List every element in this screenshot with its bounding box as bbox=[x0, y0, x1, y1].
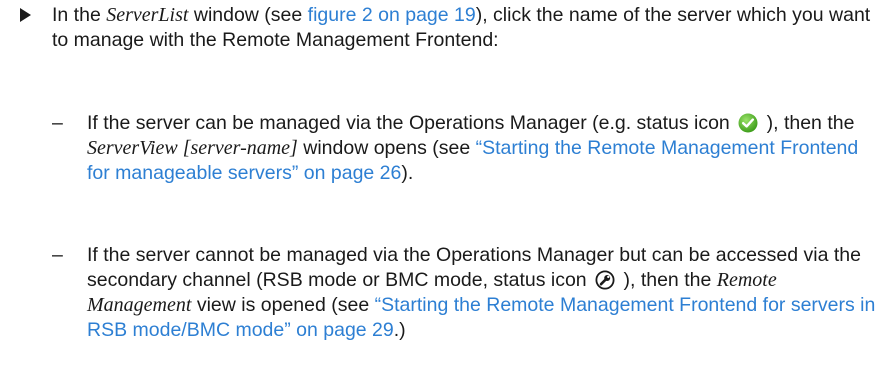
step-text-1: In the bbox=[52, 4, 107, 26]
document-page: In the ServerList window (see figure 2 o… bbox=[0, 0, 890, 368]
item2-text-3: view is opened (see bbox=[191, 294, 375, 316]
serverview-window-name: ServerView [server-name] bbox=[87, 137, 298, 159]
item1-text-2: ), then the bbox=[761, 112, 855, 134]
item2-text-4: .) bbox=[393, 319, 406, 341]
step-text-2: window (see bbox=[188, 4, 308, 26]
step-arrow-icon bbox=[20, 8, 31, 22]
list-item-rsb-bmc: If the server cannot be managed via the … bbox=[87, 243, 882, 343]
step-paragraph: In the ServerList window (see figure 2 o… bbox=[52, 3, 882, 53]
serverlist-window-name: ServerList bbox=[106, 4, 189, 26]
list-dash: – bbox=[52, 244, 63, 266]
item1-text-1: If the server can be managed via the Ope… bbox=[87, 112, 736, 134]
wrench-status-icon bbox=[595, 270, 615, 290]
item1-text-4: ). bbox=[401, 162, 414, 184]
green-check-status-icon bbox=[738, 113, 758, 133]
list-item-manageable: If the server can be managed via the Ope… bbox=[87, 111, 882, 186]
item1-text-3: window opens (see bbox=[297, 137, 476, 159]
figure-2-link[interactable]: figure 2 on page 19 bbox=[308, 4, 476, 26]
list-dash: – bbox=[52, 112, 63, 134]
item2-text-2: ), then the bbox=[618, 269, 717, 291]
